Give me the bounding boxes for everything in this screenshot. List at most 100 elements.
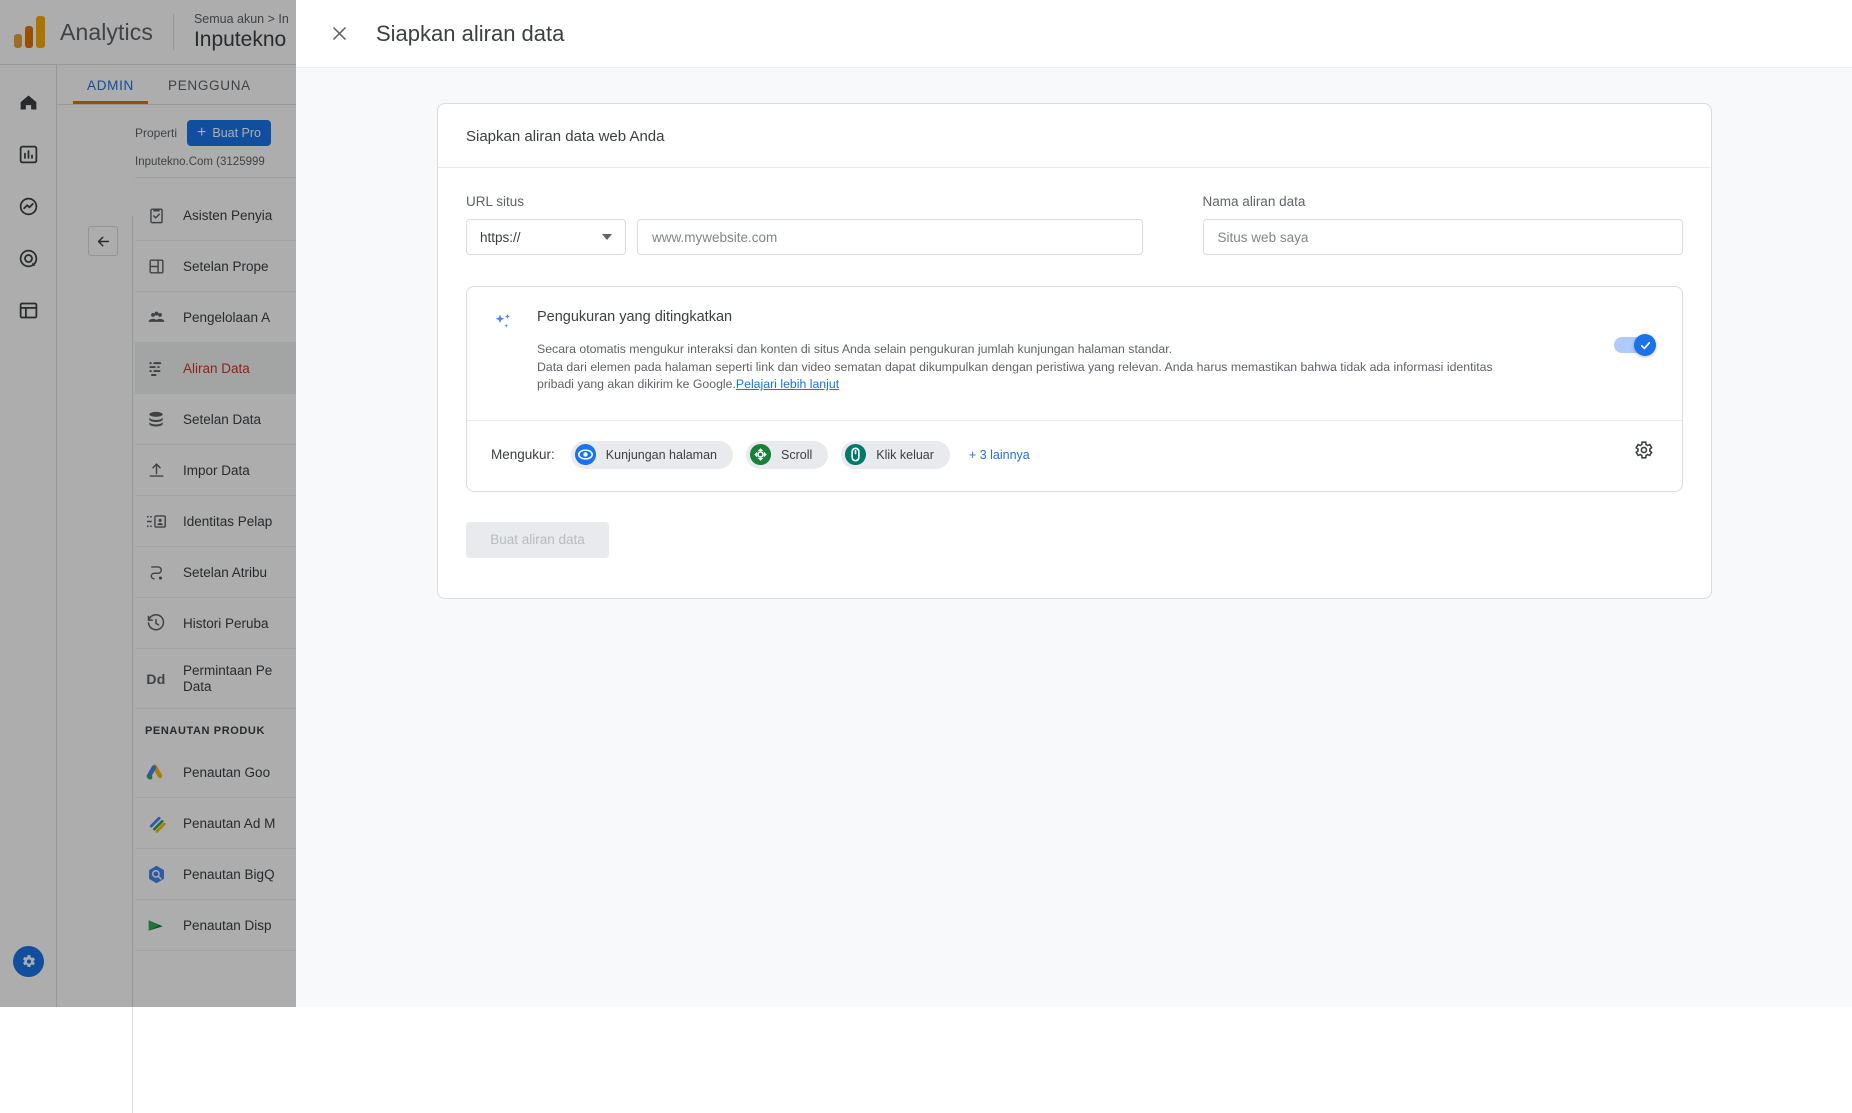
url-field-label: URL situs	[466, 194, 525, 209]
modal-header: Siapkan aliran data	[296, 0, 1852, 68]
create-stream-button[interactable]: Buat aliran data	[466, 521, 609, 558]
selected-property-name[interactable]: Inputekno.Com (3125999	[135, 146, 298, 178]
properties-header: Properti + Buat Pro	[88, 106, 298, 146]
data-streams-icon	[145, 357, 167, 379]
settings-gear-icon[interactable]	[13, 946, 44, 977]
dd-text-icon: Dd	[146, 670, 166, 687]
sidebar-item-label: Penautan Goo	[183, 764, 271, 780]
learn-more-link[interactable]: Pelajari lebih lanjut	[736, 377, 839, 391]
chip-outbound-click[interactable]: Klik keluar	[841, 440, 950, 469]
sparkle-icon	[491, 309, 517, 394]
google-analytics-logo	[14, 16, 48, 48]
sidebar-item-label: Setelan Atribu	[183, 564, 268, 580]
card-inner: URL situs https:// Nama aliran data	[438, 168, 1711, 598]
clipboard-check-icon	[145, 204, 167, 226]
stream-name-input[interactable]	[1202, 219, 1683, 255]
description-line-1: Secara otomatis mengukur interaksi dan k…	[537, 342, 1173, 356]
check-icon	[1634, 334, 1656, 356]
enhanced-measurement-settings-gear-icon[interactable]	[1630, 437, 1656, 463]
bigquery-icon	[145, 863, 167, 885]
sidebar-item-label: Pengelolaan A	[183, 309, 271, 325]
sidebar-item-data-deletion-requests[interactable]: Dd Permintaan Pe Data	[135, 649, 298, 709]
attribution-icon	[145, 561, 167, 583]
reports-bar-chart-icon[interactable]	[13, 139, 43, 169]
enhanced-measurement-text: Pengukuran yang ditingkatkan Secara otom…	[537, 309, 1594, 394]
sidebar-item-display-video-linking[interactable]: Penautan Disp	[135, 900, 298, 951]
topbar-divider	[172, 14, 174, 50]
sidebar-item-attribution-settings[interactable]: Setelan Atribu	[135, 547, 298, 598]
upload-icon	[145, 459, 167, 481]
scheme-select[interactable]: https://	[466, 219, 626, 255]
chip-label: Scroll	[781, 447, 813, 462]
chip-label: Kunjungan halaman	[605, 447, 717, 462]
library-table-icon[interactable]	[13, 295, 43, 325]
eye-icon	[574, 443, 597, 466]
sidebar-item-ad-manager-linking[interactable]: Penautan Ad M	[135, 798, 298, 849]
enhanced-measurement-top: Pengukuran yang ditingkatkan Secara otom…	[491, 309, 1658, 394]
layout-icon	[145, 255, 167, 277]
sidebar-item-account-management[interactable]: Pengelolaan A	[135, 292, 298, 343]
sidebar-item-label: Aliran Data	[183, 360, 250, 376]
advertising-target-icon[interactable]	[13, 243, 43, 273]
modal-body: Siapkan aliran data web Anda URL situs h…	[296, 68, 1852, 599]
collapse-panel-button[interactable]	[88, 226, 118, 256]
sidebar-item-setup-assistant[interactable]: Asisten Penyia	[135, 190, 298, 241]
sidebar-item-data-settings[interactable]: Setelan Data	[135, 394, 298, 445]
sidebar-item-label: Penautan BigQ	[183, 866, 275, 882]
ad-manager-icon	[145, 812, 167, 834]
sidebar-item-google-ads-linking[interactable]: Penautan Goo	[135, 747, 298, 798]
sidebar-item-reporting-identity[interactable]: Identitas Pelap	[135, 496, 298, 547]
sidebar-item-change-history[interactable]: Histori Peruba	[135, 598, 298, 649]
history-clock-icon	[145, 612, 167, 634]
card-title: Siapkan aliran data web Anda	[438, 104, 1711, 168]
scroll-target-icon	[749, 443, 772, 466]
display-video-icon	[145, 914, 167, 936]
tab-admin[interactable]: ADMIN	[73, 78, 148, 104]
enhanced-measurement-panel: Pengukuran yang ditingkatkan Secara otom…	[466, 286, 1683, 492]
sidebar-item-property-settings[interactable]: Setelan Prope	[135, 241, 298, 292]
admin-nav-list: Asisten Penyia Setelan Prope Pengelolaan…	[135, 190, 298, 951]
stream-name-field-group: Nama aliran data	[1202, 194, 1683, 255]
create-property-button[interactable]: + Buat Pro	[187, 120, 272, 146]
column-divider	[132, 216, 133, 1113]
stream-name-label: Nama aliran data	[1202, 194, 1306, 209]
sidebar-item-label: Setelan Prope	[183, 258, 269, 274]
explore-icon[interactable]	[13, 191, 43, 221]
database-icon	[145, 408, 167, 430]
chip-page-views[interactable]: Kunjungan halaman	[570, 440, 733, 469]
chip-label: Klik keluar	[876, 447, 934, 462]
sidebar-item-label: Identitas Pelap	[183, 513, 273, 529]
enhanced-measurement-toggle[interactable]	[1614, 334, 1656, 356]
close-x-icon[interactable]	[328, 23, 350, 45]
sidebar-item-label: Histori Peruba	[183, 615, 269, 631]
outbound-click-icon	[844, 443, 867, 466]
scheme-value: https://	[480, 229, 521, 245]
reporting-identity-icon	[145, 510, 167, 532]
account-name: Inputekno	[193, 28, 287, 51]
sidebar-item-label: Impor Data	[183, 462, 250, 478]
sidebar-item-data-streams[interactable]: Aliran Data	[135, 343, 298, 394]
site-url-input[interactable]	[637, 219, 1143, 255]
chip-scroll[interactable]: Scroll	[746, 440, 829, 469]
nav-section-heading: PENAUTAN PRODUK	[145, 725, 266, 737]
description-line-3: pribadi yang akan dikirim ke Google.	[537, 377, 736, 391]
sidebar-item-bigquery-linking[interactable]: Penautan BigQ	[135, 849, 298, 900]
sidebar-item-label: Permintaan Pe Data	[183, 662, 273, 694]
home-icon[interactable]	[13, 87, 43, 117]
measuring-label: Mengukur:	[491, 447, 555, 462]
url-field-group: URL situs https://	[466, 194, 1143, 255]
fields-row: URL situs https:// Nama aliran data	[466, 194, 1683, 255]
left-icon-rail	[0, 65, 57, 1007]
sidebar-item-label: Asisten Penyia	[183, 207, 273, 223]
more-events-link[interactable]: + 3 lainnya	[969, 448, 1030, 462]
account-selector[interactable]: Semua akun > In Inputekno	[194, 11, 289, 53]
sidebar-item-label: Penautan Disp	[183, 917, 272, 933]
tab-pengguna[interactable]: PENGGUNA	[168, 78, 251, 104]
sidebar-item-label: Penautan Ad M	[183, 815, 276, 831]
sidebar-item-label: Setelan Data	[183, 411, 262, 427]
chevron-down-icon	[602, 234, 612, 240]
sidebar-item-data-import[interactable]: Impor Data	[135, 445, 298, 496]
people-icon	[145, 306, 167, 328]
description-line-2: Data dari elemen pada halaman seperti li…	[537, 359, 1493, 374]
google-ads-icon	[145, 761, 167, 783]
